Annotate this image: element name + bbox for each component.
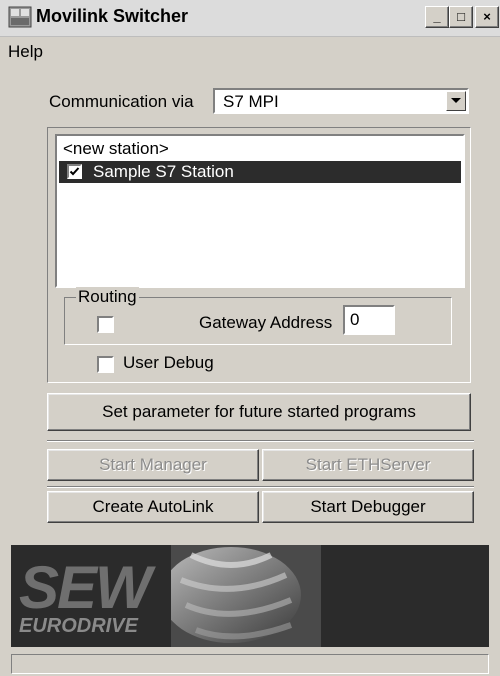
routing-checkbox[interactable] bbox=[97, 316, 114, 333]
minimize-icon: _ bbox=[433, 9, 441, 24]
list-item-label: <new station> bbox=[63, 139, 169, 158]
minimize-button[interactable]: _ bbox=[425, 6, 449, 28]
start-manager-button[interactable]: Start Manager bbox=[47, 449, 259, 481]
gateway-address-label: Gateway Address bbox=[199, 313, 333, 332]
list-item-sample-station[interactable]: Sample S7 Station bbox=[59, 161, 461, 183]
close-icon: × bbox=[483, 9, 491, 24]
communication-value: S7 MPI bbox=[223, 92, 279, 111]
maximize-button[interactable]: □ bbox=[449, 6, 473, 28]
station-list[interactable]: <new station> Sample S7 Station bbox=[55, 134, 465, 288]
movilink-switcher-window: Movilink Switcher _ □ × Help Communicati… bbox=[0, 0, 500, 676]
create-autolink-button[interactable]: Create AutoLink bbox=[47, 491, 259, 523]
user-debug-label: User Debug bbox=[123, 353, 214, 372]
menu-bar: Help bbox=[0, 38, 500, 64]
sew-eurodrive-banner: SEW EURODRIVE bbox=[11, 545, 489, 647]
start-ethserver-button[interactable]: Start ETHServer bbox=[262, 449, 474, 481]
station-checkbox[interactable] bbox=[67, 164, 82, 179]
user-debug-checkbox[interactable] bbox=[97, 356, 114, 373]
list-item-label: Sample S7 Station bbox=[93, 162, 234, 181]
start-debugger-button[interactable]: Start Debugger bbox=[262, 491, 474, 523]
chevron-down-icon bbox=[451, 98, 461, 103]
checkmark-icon bbox=[69, 167, 80, 176]
gear-image bbox=[171, 545, 321, 647]
gateway-address-value: 0 bbox=[350, 310, 360, 329]
communication-label: Communication via bbox=[49, 92, 194, 111]
close-button[interactable]: × bbox=[475, 6, 499, 28]
gateway-address-input[interactable]: 0 bbox=[343, 305, 395, 335]
sew-logo-text: SEW bbox=[19, 554, 152, 621]
separator bbox=[47, 486, 474, 488]
dropdown-button[interactable] bbox=[446, 91, 466, 111]
menu-help[interactable]: Help bbox=[8, 42, 43, 62]
list-item-new-station[interactable]: <new station> bbox=[59, 138, 461, 160]
set-parameter-button[interactable]: Set parameter for future started program… bbox=[47, 393, 471, 431]
routing-legend: Routing bbox=[76, 287, 139, 307]
window-title: Movilink Switcher bbox=[36, 6, 189, 26]
app-icon bbox=[8, 6, 32, 28]
status-bar bbox=[11, 654, 489, 674]
eurodrive-logo-text: EURODRIVE bbox=[19, 615, 138, 637]
maximize-icon: □ bbox=[457, 9, 465, 24]
communication-select[interactable]: S7 MPI bbox=[213, 88, 469, 114]
title-bar[interactable]: Movilink Switcher _ □ × bbox=[0, 0, 500, 37]
separator bbox=[47, 440, 474, 442]
